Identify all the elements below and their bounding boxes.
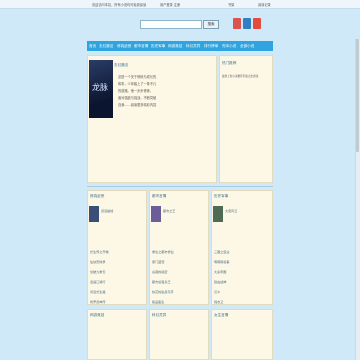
list-item[interactable]: 明朝那些事: [214, 259, 229, 264]
bookmark-link[interactable]: 书架: [228, 2, 234, 7]
nav-item-all[interactable]: 全部小说: [240, 44, 254, 49]
list-item[interactable]: 豪门盛宠: [152, 259, 164, 264]
nav-item-dushi[interactable]: 都市言情: [134, 44, 148, 49]
list-item[interactable]: 修罗武神传: [90, 299, 105, 304]
list-item[interactable]: 逍遥江湖行: [90, 279, 105, 284]
share-icon[interactable]: [243, 18, 251, 29]
featured-desc-1: 这是一个关于修炼与成长的: [118, 75, 157, 79]
list-item[interactable]: 极品医生: [152, 299, 164, 304]
nav-item-home[interactable]: 首页: [89, 44, 96, 49]
list-item[interactable]: 铁血战神: [214, 279, 226, 284]
cover-title: 龙脉: [92, 83, 108, 92]
list-item[interactable]: 重生之都市修仙: [152, 249, 174, 254]
column-cover[interactable]: [151, 206, 161, 222]
featured-desc-3: 的道路。他一步步修炼，: [118, 89, 154, 93]
nav-item-wangyou[interactable]: 网游竞技: [168, 44, 182, 49]
column-book-title[interactable]: 都市之王: [163, 208, 175, 213]
nav-item-xiuzhen[interactable]: 修真武侠: [117, 44, 131, 49]
featured-desc-5: 自我……阅读更多精彩内容: [118, 103, 157, 107]
list-item[interactable]: 都市最强兵王: [152, 279, 171, 284]
search-button[interactable]: 搜索: [203, 20, 219, 29]
column-title[interactable]: 都市言情: [152, 194, 166, 199]
column-title[interactable]: 修真武侠: [90, 194, 104, 199]
login-link[interactable]: 用户登录 注册: [160, 2, 180, 7]
featured-desc-4: 面对强敌与挑战，不断突破: [118, 96, 157, 100]
list-item[interactable]: 剑破九重天: [90, 269, 105, 274]
list-item[interactable]: 锦衣卫: [214, 299, 223, 304]
nav-item-rank[interactable]: 排行榜单: [204, 44, 218, 49]
top-bar: 欢迎访问本站，所有小说均可免费阅读 用户登录 注册 书架 阅读记录: [0, 0, 360, 9]
featured-cover[interactable]: 龙脉: [89, 60, 113, 118]
history-link[interactable]: 阅读记录: [258, 2, 271, 7]
rss-icon[interactable]: [233, 18, 241, 29]
nav-item-kehuan[interactable]: 科幻灵异: [186, 44, 200, 49]
column-title[interactable]: 历史军事: [214, 194, 228, 199]
column-cover[interactable]: [213, 206, 223, 222]
search-input[interactable]: [140, 20, 202, 29]
column-book-title[interactable]: 武道巅峰: [101, 208, 113, 213]
list-item[interactable]: 三国之霸业: [214, 249, 229, 254]
list-item[interactable]: 校花的贴身高手: [152, 289, 174, 294]
list-item[interactable]: 大秦帝国: [214, 269, 226, 274]
featured-heading[interactable]: 玄幻魔法: [114, 63, 128, 68]
section-divider: [87, 186, 273, 187]
list-item[interactable]: 汉乡: [214, 289, 220, 294]
bottom-section-title[interactable]: 科幻灵异: [152, 313, 166, 318]
side-panel-line[interactable]: 最新上架小说推荐列表点击阅读: [222, 74, 258, 78]
side-panel-heading: 热门推荐: [222, 61, 237, 65]
list-item[interactable]: 问道长生路: [90, 289, 105, 294]
weibo-icon[interactable]: [253, 18, 261, 29]
bottom-section-title[interactable]: 网游竞技: [90, 313, 104, 318]
main-nav: 首页 玄幻魔法 修真武侠 都市言情 历史军事 网游竞技 科幻灵异 排行榜单 完本…: [87, 41, 273, 51]
nav-item-lishi[interactable]: 历史军事: [151, 44, 165, 49]
list-item[interactable]: 仙侠奇缘录: [90, 259, 105, 264]
site-notice: 欢迎访问本站，所有小说均可免费阅读: [92, 3, 147, 7]
nav-item-finished[interactable]: 完本小说: [222, 44, 236, 49]
bottom-section-title[interactable]: 女生言情: [214, 313, 228, 318]
list-item[interactable]: 长生界之开端: [90, 249, 109, 254]
featured-desc-2: 故事，少年踏上了一条不凡: [118, 82, 157, 86]
list-item[interactable]: 总裁的秘密: [152, 269, 167, 274]
column-cover[interactable]: [89, 206, 99, 222]
nav-item-xuanhuan[interactable]: 玄幻魔法: [99, 44, 113, 49]
column-book-title[interactable]: 大唐风云: [225, 208, 237, 213]
